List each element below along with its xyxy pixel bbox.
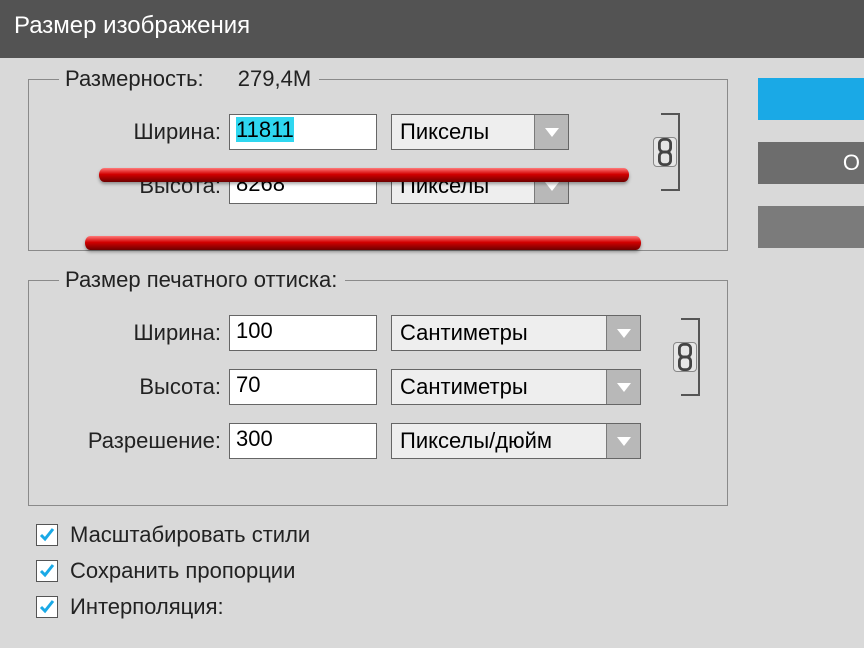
resolution-row: Разрешение: 300 Пикселы/дюйм [49,423,707,459]
side-buttons: О [758,78,864,270]
chevron-down-icon [606,424,640,458]
print-width-unit-label: Сантиметры [392,318,606,348]
pixel-height-label: Высота: [49,173,229,199]
pixel-width-label: Ширина: [49,119,229,145]
dialog-panel: О Размерность: 279,4M Ширина: 11811 Пикс… [0,58,864,648]
print-height-unit-label: Сантиметры [392,372,606,402]
print-size-legend: Размер печатного оттиска: [59,267,345,293]
print-size-group: Размер печатного оттиска: Ширина: 100 Са… [28,267,728,506]
print-width-value: 100 [236,318,273,343]
resolution-unit-label: Пикселы/дюйм [392,426,606,456]
print-width-row: Ширина: 100 Сантиметры [49,315,707,351]
interpolation-checkbox[interactable]: Интерполяция: [36,594,846,620]
pixel-dimensions-group: Размерность: 279,4M Ширина: 11811 Пиксел… [28,66,728,251]
auto-button[interactable] [758,206,864,248]
pixel-dimensions-size: 279,4M [238,66,311,91]
chain-link-icon[interactable] [673,342,697,372]
print-width-unit-dropdown[interactable]: Сантиметры [391,315,641,351]
chevron-down-icon [606,316,640,350]
checkbox-icon [36,560,58,582]
resolution-value: 300 [236,426,273,451]
chevron-down-icon [534,115,568,149]
resolution-input[interactable]: 300 [229,423,377,459]
checkbox-icon [36,596,58,618]
chain-link-icon[interactable] [653,137,677,167]
print-height-input[interactable]: 70 [229,369,377,405]
ok-button[interactable] [758,78,864,120]
print-height-unit-dropdown[interactable]: Сантиметры [391,369,641,405]
pixel-width-input[interactable]: 11811 [229,114,377,150]
pixel-height-input[interactable]: 8268 [229,168,377,204]
pixel-dimensions-legend: Размерность: 279,4M [59,66,319,92]
annotation-underline-2 [85,236,641,250]
print-width-input[interactable]: 100 [229,315,377,351]
keep-ratio-checkbox[interactable]: Сохранить пропорции [36,558,846,584]
pixel-width-unit-label: Пикселы [392,117,534,147]
chevron-down-icon [606,370,640,404]
resolution-label: Разрешение: [49,428,229,454]
interpolation-label: Интерполяция: [70,594,224,620]
pixel-dimensions-legend-text: Размерность: [65,66,204,91]
pixel-height-unit-dropdown[interactable]: Пикселы [391,168,569,204]
cancel-button[interactable]: О [758,142,864,184]
resolution-unit-dropdown[interactable]: Пикселы/дюйм [391,423,641,459]
checkbox-icon [36,524,58,546]
scale-styles-label: Масштабировать стили [70,522,310,548]
pixel-width-row: Ширина: 11811 Пикселы [49,114,707,150]
pixel-height-value: 8268 [236,171,285,196]
pixel-width-unit-dropdown[interactable]: Пикселы [391,114,569,150]
print-width-label: Ширина: [49,320,229,346]
window-title: Размер изображения [0,0,864,58]
print-height-row: Высота: 70 Сантиметры [49,369,707,405]
print-height-label: Высота: [49,374,229,400]
pixel-height-row: Высота: 8268 Пикселы [49,168,707,204]
print-height-value: 70 [236,372,260,397]
keep-ratio-label: Сохранить пропорции [70,558,295,584]
chevron-down-icon [534,169,568,203]
pixel-height-unit-label: Пикселы [392,171,534,201]
scale-styles-checkbox[interactable]: Масштабировать стили [36,522,846,548]
pixel-width-value: 11811 [236,117,294,142]
